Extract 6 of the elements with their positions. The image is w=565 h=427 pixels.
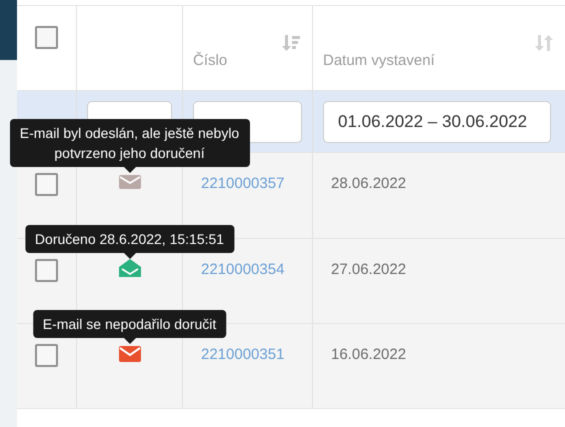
- date-text: 28.06.2022: [331, 174, 406, 194]
- tooltip: E-mail byl odeslán, ale ještě nebylo potvrzeno jeho doručení: [10, 119, 250, 167]
- tooltip: E-mail se nepodařilo doručit: [32, 310, 226, 338]
- date-text: 16.06.2022: [331, 345, 406, 365]
- tooltip: Doručeno 28.6.2022, 15:15:51: [24, 225, 234, 253]
- date-text: 27.06.2022: [331, 260, 406, 280]
